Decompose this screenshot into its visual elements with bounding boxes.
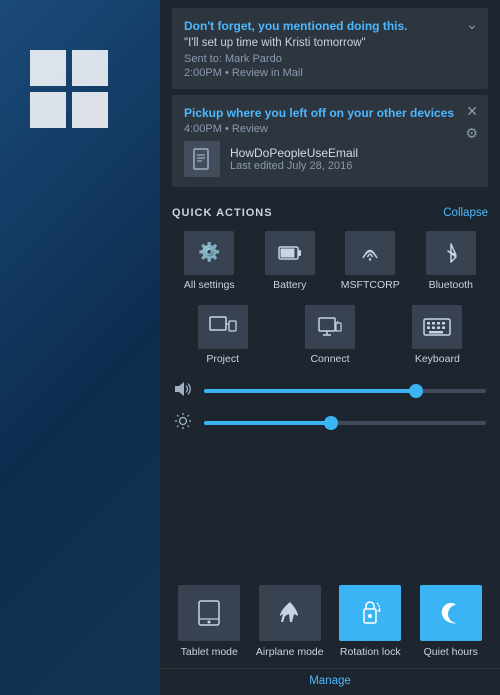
- manage-bar: Manage: [160, 668, 500, 695]
- bottom-tiles: Tablet mode Airplane mode Rotation l: [160, 579, 500, 668]
- brightness-thumb[interactable]: [324, 416, 338, 430]
- tile-tablet-mode-box: [178, 585, 240, 641]
- qa-bluetooth-icon: [426, 231, 476, 275]
- tile-rotation-lock-label: Rotation lock: [340, 646, 401, 660]
- qa-all-settings[interactable]: ⚙️ All settings: [172, 229, 247, 293]
- action-center-panel: Don't forget, you mentioned doing this. …: [160, 0, 500, 695]
- qa-battery[interactable]: Battery: [253, 229, 328, 293]
- qa-battery-icon: [265, 231, 315, 275]
- tile-rotation-lock[interactable]: Rotation lock: [333, 585, 408, 660]
- qa-project-icon: [198, 305, 248, 349]
- notif1-time: 2:00PM: [184, 67, 222, 79]
- tile-airplane-mode-label: Airplane mode: [256, 646, 324, 660]
- qa-all-settings-label: All settings: [184, 279, 235, 291]
- qa-project-label: Project: [206, 353, 239, 365]
- notif2-doc-row: HowDoPeopleUseEmail Last edited July 28,…: [184, 141, 476, 177]
- quick-actions-section: QUICK ACTIONS Collapse ⚙️ All settings B…: [160, 197, 500, 580]
- notif1-sep1: •: [225, 67, 229, 79]
- notifications-area: Don't forget, you mentioned doing this. …: [160, 0, 500, 197]
- doc-info: HowDoPeopleUseEmail Last edited July 28,…: [230, 146, 358, 172]
- qa-bluetooth-label: Bluetooth: [429, 279, 473, 291]
- qa-msftcorp[interactable]: MSFTCORP: [333, 229, 408, 293]
- notification-card-1: Don't forget, you mentioned doing this. …: [172, 8, 488, 89]
- tile-airplane-mode[interactable]: Airplane mode: [253, 585, 328, 660]
- notif2-close-icon[interactable]: ✕: [466, 103, 478, 120]
- brightness-icon: [174, 412, 196, 435]
- tile-rotation-lock-box: [339, 585, 401, 641]
- volume-fill: [204, 389, 416, 393]
- qa-project[interactable]: Project: [172, 303, 273, 367]
- tile-quiet-hours-label: Quiet hours: [424, 646, 478, 660]
- notif1-review: Review in Mail: [232, 67, 303, 79]
- qa-keyboard-label: Keyboard: [415, 353, 460, 365]
- volume-track[interactable]: [204, 389, 486, 393]
- notif1-sent: Sent to: Mark Pardo: [184, 53, 476, 65]
- doc-name: HowDoPeopleUseEmail: [230, 146, 358, 160]
- quick-actions-title: QUICK ACTIONS: [172, 207, 273, 219]
- brightness-track[interactable]: [204, 421, 486, 425]
- notification-card-2: Pickup where you left off on your other …: [172, 95, 488, 187]
- qa-keyboard[interactable]: Keyboard: [387, 303, 488, 367]
- notif2-time: 4:00PM: [184, 123, 222, 135]
- doc-date: Last edited July 28, 2016: [230, 160, 358, 172]
- brightness-fill: [204, 421, 331, 425]
- notif2-time-action: 4:00PM • Review: [184, 123, 476, 135]
- doc-icon-box: [184, 141, 220, 177]
- brightness-slider-row: [172, 412, 488, 435]
- volume-icon: [174, 381, 196, 402]
- qa-bluetooth[interactable]: Bluetooth: [414, 229, 489, 293]
- volume-slider-row: [172, 381, 488, 402]
- windows-logo: [30, 50, 110, 130]
- quick-actions-row1: ⚙️ All settings Battery: [172, 229, 488, 293]
- notif2-title: Pickup where you left off on your other …: [184, 105, 476, 122]
- notif1-collapse-icon[interactable]: ⌄: [466, 16, 478, 33]
- document-icon: [193, 148, 211, 170]
- qa-battery-label: Battery: [273, 279, 306, 291]
- qa-msftcorp-icon: [345, 231, 395, 275]
- qa-connect-label: Connect: [310, 353, 349, 365]
- notif1-title: Don't forget, you mentioned doing this.: [184, 18, 476, 35]
- notif1-quote: "I'll set up time with Kristi tomorrow": [184, 35, 476, 51]
- quick-actions-collapse-btn[interactable]: Collapse: [443, 207, 488, 219]
- qa-connect[interactable]: Connect: [279, 303, 380, 367]
- tile-tablet-mode[interactable]: Tablet mode: [172, 585, 247, 660]
- manage-link[interactable]: Manage: [172, 675, 488, 687]
- notif1-time-review: 2:00PM • Review in Mail: [184, 67, 476, 79]
- tile-quiet-hours[interactable]: Quiet hours: [414, 585, 489, 660]
- qa-msftcorp-label: MSFTCORP: [341, 279, 400, 291]
- quick-actions-header: QUICK ACTIONS Collapse: [172, 207, 488, 219]
- notif2-sep: •: [225, 123, 232, 135]
- tile-tablet-mode-label: Tablet mode: [181, 646, 238, 660]
- notif2-gear-icon[interactable]: ⚙: [465, 125, 478, 142]
- tile-airplane-mode-box: [259, 585, 321, 641]
- qa-keyboard-icon: [412, 305, 462, 349]
- tile-quiet-hours-box: [420, 585, 482, 641]
- qa-connect-icon: [305, 305, 355, 349]
- volume-thumb[interactable]: [409, 384, 423, 398]
- qa-all-settings-icon: ⚙️: [184, 231, 234, 275]
- quick-actions-row2: Project Connect: [172, 303, 488, 367]
- notif2-action: Review: [232, 123, 268, 135]
